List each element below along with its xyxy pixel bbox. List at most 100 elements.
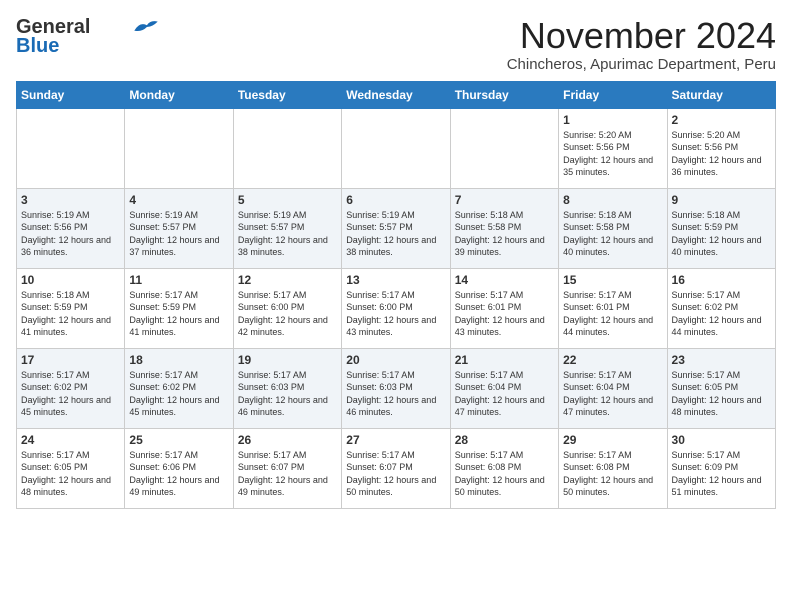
calendar-cell: [233, 108, 341, 188]
sunrise-text: Sunrise: 5:17 AM: [672, 370, 741, 380]
daylight-text: Daylight: 12 hours and 42 minutes.: [238, 315, 328, 338]
daylight-text: Daylight: 12 hours and 36 minutes.: [672, 155, 762, 178]
daylight-text: Daylight: 12 hours and 49 minutes.: [238, 475, 328, 498]
sunset-text: Sunset: 6:07 PM: [238, 462, 305, 472]
calendar-cell: 25 Sunrise: 5:17 AM Sunset: 6:06 PM Dayl…: [125, 428, 233, 508]
day-number: 18: [129, 353, 228, 367]
sunset-text: Sunset: 5:59 PM: [672, 222, 739, 232]
day-number: 20: [346, 353, 445, 367]
daylight-text: Daylight: 12 hours and 51 minutes.: [672, 475, 762, 498]
calendar-cell: 23 Sunrise: 5:17 AM Sunset: 6:05 PM Dayl…: [667, 348, 775, 428]
sunrise-text: Sunrise: 5:20 AM: [672, 130, 741, 140]
day-info: Sunrise: 5:19 AM Sunset: 5:57 PM Dayligh…: [129, 209, 228, 259]
page-title: November 2024: [507, 16, 776, 56]
sunrise-text: Sunrise: 5:17 AM: [672, 450, 741, 460]
daylight-text: Daylight: 12 hours and 44 minutes.: [672, 315, 762, 338]
logo-blue: Blue: [16, 35, 59, 58]
sunset-text: Sunset: 5:57 PM: [238, 222, 305, 232]
calendar-cell: 26 Sunrise: 5:17 AM Sunset: 6:07 PM Dayl…: [233, 428, 341, 508]
day-number: 6: [346, 193, 445, 207]
sunset-text: Sunset: 6:04 PM: [455, 382, 522, 392]
daylight-text: Daylight: 12 hours and 43 minutes.: [455, 315, 545, 338]
sunrise-text: Sunrise: 5:17 AM: [238, 290, 307, 300]
calendar-cell: 7 Sunrise: 5:18 AM Sunset: 5:58 PM Dayli…: [450, 188, 558, 268]
day-number: 28: [455, 433, 554, 447]
day-number: 8: [563, 193, 662, 207]
sunset-text: Sunset: 6:04 PM: [563, 382, 630, 392]
calendar-cell: 11 Sunrise: 5:17 AM Sunset: 5:59 PM Dayl…: [125, 268, 233, 348]
day-info: Sunrise: 5:20 AM Sunset: 5:56 PM Dayligh…: [563, 129, 662, 179]
day-info: Sunrise: 5:19 AM Sunset: 5:57 PM Dayligh…: [346, 209, 445, 259]
sunrise-text: Sunrise: 5:19 AM: [129, 210, 198, 220]
daylight-text: Daylight: 12 hours and 39 minutes.: [455, 235, 545, 258]
day-number: 13: [346, 273, 445, 287]
sunset-text: Sunset: 5:59 PM: [129, 302, 196, 312]
header-wednesday: Wednesday: [342, 81, 450, 108]
sunset-text: Sunset: 5:57 PM: [346, 222, 413, 232]
sunset-text: Sunset: 5:58 PM: [455, 222, 522, 232]
calendar-cell: 21 Sunrise: 5:17 AM Sunset: 6:04 PM Dayl…: [450, 348, 558, 428]
day-info: Sunrise: 5:17 AM Sunset: 6:01 PM Dayligh…: [563, 289, 662, 339]
daylight-text: Daylight: 12 hours and 44 minutes.: [563, 315, 653, 338]
day-info: Sunrise: 5:17 AM Sunset: 6:00 PM Dayligh…: [346, 289, 445, 339]
daylight-text: Daylight: 12 hours and 41 minutes.: [21, 315, 111, 338]
sunset-text: Sunset: 6:00 PM: [238, 302, 305, 312]
logo: General Blue: [16, 16, 160, 58]
page-header: General Blue November 2024 Chincheros, A…: [16, 16, 776, 73]
sunrise-text: Sunrise: 5:18 AM: [672, 210, 741, 220]
day-info: Sunrise: 5:17 AM Sunset: 6:04 PM Dayligh…: [563, 369, 662, 419]
day-info: Sunrise: 5:17 AM Sunset: 6:03 PM Dayligh…: [346, 369, 445, 419]
sunset-text: Sunset: 6:07 PM: [346, 462, 413, 472]
sunrise-text: Sunrise: 5:17 AM: [455, 450, 524, 460]
sunset-text: Sunset: 5:56 PM: [21, 222, 88, 232]
sunset-text: Sunset: 6:01 PM: [563, 302, 630, 312]
daylight-text: Daylight: 12 hours and 40 minutes.: [672, 235, 762, 258]
day-number: 29: [563, 433, 662, 447]
logo-bird-icon: [132, 18, 160, 36]
calendar-cell: [17, 108, 125, 188]
daylight-text: Daylight: 12 hours and 45 minutes.: [21, 395, 111, 418]
calendar-cell: 14 Sunrise: 5:17 AM Sunset: 6:01 PM Dayl…: [450, 268, 558, 348]
sunrise-text: Sunrise: 5:19 AM: [238, 210, 307, 220]
sunset-text: Sunset: 5:56 PM: [672, 142, 739, 152]
daylight-text: Daylight: 12 hours and 38 minutes.: [346, 235, 436, 258]
day-info: Sunrise: 5:19 AM Sunset: 5:56 PM Dayligh…: [21, 209, 120, 259]
day-number: 2: [672, 113, 771, 127]
sunrise-text: Sunrise: 5:17 AM: [455, 290, 524, 300]
day-info: Sunrise: 5:20 AM Sunset: 5:56 PM Dayligh…: [672, 129, 771, 179]
day-number: 26: [238, 433, 337, 447]
daylight-text: Daylight: 12 hours and 47 minutes.: [563, 395, 653, 418]
daylight-text: Daylight: 12 hours and 48 minutes.: [672, 395, 762, 418]
daylight-text: Daylight: 12 hours and 50 minutes.: [346, 475, 436, 498]
page-subtitle: Chincheros, Apurimac Department, Peru: [507, 56, 776, 73]
daylight-text: Daylight: 12 hours and 49 minutes.: [129, 475, 219, 498]
calendar-cell: 29 Sunrise: 5:17 AM Sunset: 6:08 PM Dayl…: [559, 428, 667, 508]
daylight-text: Daylight: 12 hours and 35 minutes.: [563, 155, 653, 178]
daylight-text: Daylight: 12 hours and 36 minutes.: [21, 235, 111, 258]
day-number: 4: [129, 193, 228, 207]
sunrise-text: Sunrise: 5:17 AM: [238, 450, 307, 460]
calendar-cell: 8 Sunrise: 5:18 AM Sunset: 5:58 PM Dayli…: [559, 188, 667, 268]
sunset-text: Sunset: 6:09 PM: [672, 462, 739, 472]
day-info: Sunrise: 5:17 AM Sunset: 6:00 PM Dayligh…: [238, 289, 337, 339]
day-info: Sunrise: 5:19 AM Sunset: 5:57 PM Dayligh…: [238, 209, 337, 259]
calendar-cell: 16 Sunrise: 5:17 AM Sunset: 6:02 PM Dayl…: [667, 268, 775, 348]
day-info: Sunrise: 5:18 AM Sunset: 5:58 PM Dayligh…: [563, 209, 662, 259]
sunset-text: Sunset: 6:00 PM: [346, 302, 413, 312]
sunset-text: Sunset: 6:02 PM: [21, 382, 88, 392]
sunset-text: Sunset: 6:08 PM: [455, 462, 522, 472]
day-info: Sunrise: 5:17 AM Sunset: 5:59 PM Dayligh…: [129, 289, 228, 339]
sunrise-text: Sunrise: 5:17 AM: [346, 290, 415, 300]
day-number: 22: [563, 353, 662, 367]
day-number: 27: [346, 433, 445, 447]
day-number: 17: [21, 353, 120, 367]
daylight-text: Daylight: 12 hours and 45 minutes.: [129, 395, 219, 418]
calendar-cell: 13 Sunrise: 5:17 AM Sunset: 6:00 PM Dayl…: [342, 268, 450, 348]
header-thursday: Thursday: [450, 81, 558, 108]
sunrise-text: Sunrise: 5:17 AM: [455, 370, 524, 380]
day-info: Sunrise: 5:17 AM Sunset: 6:07 PM Dayligh…: [346, 449, 445, 499]
day-number: 11: [129, 273, 228, 287]
header-monday: Monday: [125, 81, 233, 108]
calendar-cell: 5 Sunrise: 5:19 AM Sunset: 5:57 PM Dayli…: [233, 188, 341, 268]
day-info: Sunrise: 5:17 AM Sunset: 6:08 PM Dayligh…: [455, 449, 554, 499]
